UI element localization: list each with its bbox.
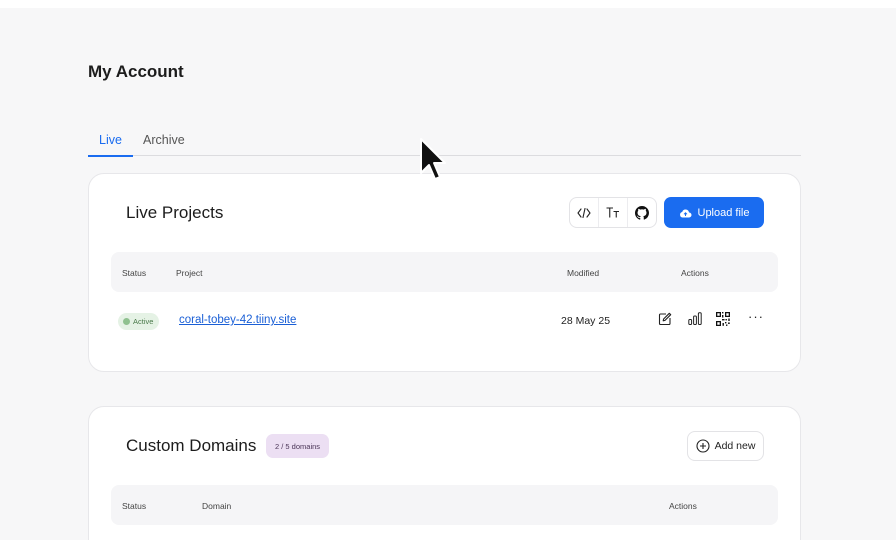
column-actions: Actions <box>681 268 709 278</box>
mouse-cursor-icon <box>420 138 446 180</box>
column-modified: Modified <box>567 268 600 278</box>
projects-table-header: Status Project Modified Actions <box>111 252 778 292</box>
column-status: Status <box>122 268 147 278</box>
domains-table-header: Status Domain Actions <box>111 485 778 525</box>
custom-domains-card: Custom Domains 2 / 5 domains Add new Sta… <box>88 406 801 540</box>
status-badge-label: Active <box>133 317 154 326</box>
column-project: Project <box>176 268 203 278</box>
tab-live[interactable]: Live <box>88 133 133 157</box>
github-icon[interactable] <box>627 198 656 227</box>
project-link[interactable]: coral-tobey-42.tiiny.site <box>179 314 296 326</box>
add-new-domain-button[interactable]: Add new <box>687 431 764 461</box>
tab-archive[interactable]: Archive <box>143 133 185 156</box>
edit-icon[interactable] <box>658 312 672 329</box>
embed-tools-group <box>569 197 657 228</box>
plus-circle-icon <box>696 439 710 453</box>
column-status: Status <box>122 501 147 511</box>
page-title: My Account <box>88 62 184 81</box>
text-size-icon[interactable] <box>598 198 627 227</box>
modified-date: 28 May 25 <box>561 315 611 327</box>
domains-count-badge: 2 / 5 domains <box>266 434 330 458</box>
qr-code-icon[interactable] <box>716 312 730 329</box>
live-projects-card: Live Projects Upload file Status Project… <box>88 173 801 372</box>
code-icon[interactable] <box>570 198 598 227</box>
column-domain: Domain <box>202 501 232 511</box>
column-actions: Actions <box>669 501 697 511</box>
status-badge: Active <box>118 313 160 330</box>
status-dot-icon <box>123 318 130 325</box>
cloud-upload-icon <box>679 209 691 217</box>
custom-domains-title: Custom Domains <box>126 436 257 455</box>
analytics-icon[interactable] <box>688 312 703 328</box>
table-row: Active coral-tobey-42.tiiny.site 28 May … <box>111 302 778 342</box>
add-new-label: Add new <box>714 440 756 452</box>
upload-file-label: Upload file <box>697 206 750 219</box>
more-icon[interactable]: ··· <box>748 309 764 324</box>
live-projects-title: Live Projects <box>126 203 224 222</box>
upload-file-button[interactable]: Upload file <box>664 197 764 228</box>
